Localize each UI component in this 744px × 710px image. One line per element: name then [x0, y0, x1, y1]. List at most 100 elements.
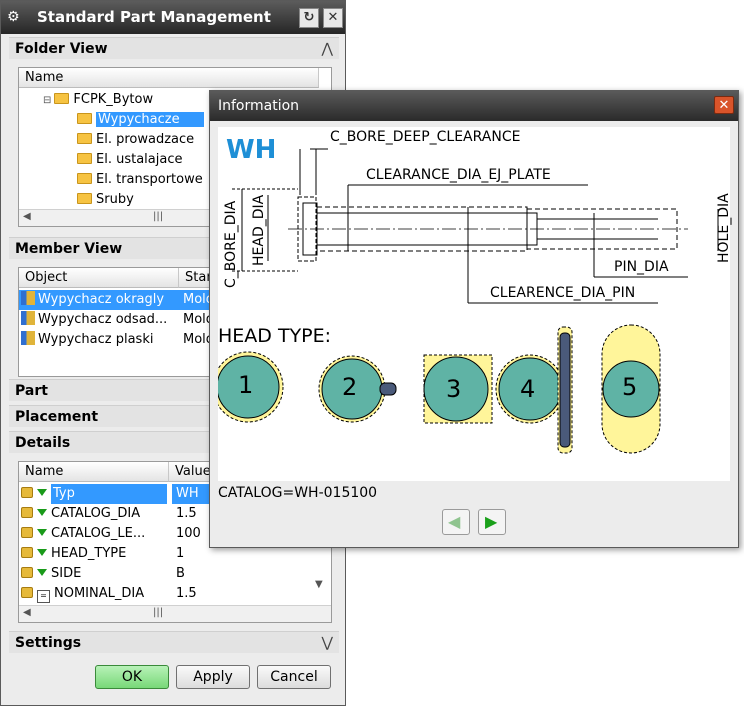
part-code: WH	[226, 135, 277, 165]
lock-icon	[21, 567, 33, 578]
tree-item-label: El. prowadzace	[96, 132, 195, 147]
details-name: Typ	[51, 484, 167, 504]
scroll-left-icon[interactable]: ◀	[23, 211, 31, 222]
folder-icon	[77, 113, 92, 124]
label-clearence-pin: CLEARENCE_DIA_PIN	[490, 285, 636, 301]
information-dialog: Information ✕ WH C_BORE_DEEP_CLEARANCE C…	[209, 90, 739, 548]
details-value[interactable]: 1	[176, 544, 184, 564]
scroll-thumb[interactable]: |||	[153, 607, 163, 618]
tree-item-label: El. ustalajace	[96, 152, 183, 167]
details-name: HEAD_TYPE	[51, 546, 127, 561]
settings-header[interactable]: Settings ⋁	[9, 631, 339, 653]
details-name: NOMINAL_DIA	[54, 586, 145, 601]
dropdown-icon[interactable]	[37, 489, 47, 496]
tree-item-el-ustalajace[interactable]: El. ustalajace	[77, 150, 182, 170]
dropdown-icon[interactable]	[37, 569, 47, 576]
folder-icon	[54, 93, 70, 104]
tree-item-label: Wypychacze	[96, 112, 204, 127]
folder-icon	[77, 193, 92, 204]
chevron-down-icon[interactable]: ⋁	[322, 632, 333, 654]
head-type-3-label: 3	[446, 375, 462, 403]
details-name: CATALOG_LE...	[51, 526, 146, 541]
details-value[interactable]: 1.5	[176, 584, 197, 604]
folder-icon	[77, 133, 92, 144]
part-icon	[21, 331, 35, 345]
prev-button[interactable]: ◀	[442, 509, 470, 535]
refresh-icon[interactable]: ↻	[299, 8, 319, 28]
label-c-bore-deep: C_BORE_DEEP_CLEARANCE	[330, 129, 521, 145]
dropdown-icon[interactable]	[37, 509, 47, 516]
details-label: Details	[15, 435, 71, 451]
head-type-5-label: 5	[622, 373, 638, 401]
tree-item-wypychacze[interactable]: Wypychacze	[77, 110, 204, 130]
label-hole-dia: HOLE_DIA	[716, 193, 732, 263]
dropdown-icon[interactable]	[37, 549, 47, 556]
details-value[interactable]: 1.5	[176, 504, 197, 524]
part-drawing: WH C_BORE_DEEP_CLEARANCE CLEARANCE_DIA_E…	[218, 127, 732, 481]
dropdown-icon[interactable]	[37, 529, 47, 536]
gear-icon[interactable]: ⚙	[7, 9, 20, 25]
part-icon	[21, 291, 35, 305]
scroll-thumb[interactable]: |||	[153, 211, 163, 222]
cancel-button[interactable]: Cancel	[257, 665, 331, 689]
label-clearance-ej: CLEARANCE_DIA_EJ_PLATE	[366, 167, 551, 183]
info-title: Information	[218, 98, 300, 114]
tree-item-el-prowadzace[interactable]: El. prowadzace	[77, 130, 194, 150]
arrow-left-icon: ◀	[448, 512, 461, 531]
column-header-name[interactable]: Name	[19, 462, 169, 482]
apply-button[interactable]: Apply	[176, 665, 250, 689]
label-c-bore-dia: C_BORE_DIA	[223, 200, 239, 288]
details-value[interactable]: 100	[176, 524, 201, 544]
head-type-4-bar	[559, 332, 571, 448]
tree-root-label: FCPK_Bytow	[73, 92, 154, 107]
details-row[interactable]: = NOMINAL_DIA 1.5	[19, 584, 331, 604]
lock-icon	[21, 527, 33, 538]
arrow-right-icon: ▶	[485, 512, 498, 531]
next-button[interactable]: ▶	[478, 509, 506, 535]
part-icon	[21, 311, 35, 325]
collapse-icon[interactable]: ⊟	[43, 95, 51, 106]
column-header-object[interactable]: Object	[19, 268, 179, 288]
head-type-2-label: 2	[342, 373, 358, 401]
placement-label: Placement	[15, 409, 99, 425]
member-object: Wypychacz okragly	[38, 292, 165, 307]
close-icon[interactable]: ✕	[323, 8, 343, 28]
catalog-text: CATALOG=WH-015100	[218, 485, 378, 501]
window-title: Standard Part Management	[37, 8, 271, 26]
lock-icon	[21, 547, 33, 558]
scroll-left-icon[interactable]: ◀	[23, 607, 31, 618]
part-label: Part	[15, 383, 48, 399]
tree-item-label: Sruby	[96, 192, 134, 207]
chevron-up-icon[interactable]: ⋀	[322, 38, 333, 60]
info-title-bar[interactable]: Information ✕	[210, 91, 738, 121]
details-value[interactable]: B	[176, 564, 185, 584]
horizontal-scrollbar[interactable]: ◀ |||	[19, 605, 331, 622]
close-icon[interactable]: ✕	[714, 96, 734, 114]
expression-icon: =	[37, 590, 50, 603]
lock-icon	[21, 587, 33, 598]
head-type-1-label: 1	[238, 371, 254, 399]
tree-root[interactable]: ⊟ FCPK_Bytow	[43, 90, 153, 110]
lock-icon	[21, 507, 33, 518]
folder-view-label: Folder View	[15, 41, 108, 57]
head-type-4-label: 4	[520, 375, 536, 403]
folder-view-header[interactable]: Folder View ⋀	[9, 37, 339, 59]
tree-item-sruby[interactable]: Sruby	[77, 190, 134, 210]
title-bar[interactable]: ⚙ Standard Part Management ↻ ✕	[1, 1, 345, 34]
details-name: SIDE	[51, 566, 82, 581]
label-head-dia: HEAD_DIA	[251, 194, 267, 266]
tree-item-el-transportowe[interactable]: El. transportowe	[77, 170, 203, 190]
folder-icon	[77, 173, 92, 184]
lock-icon	[21, 487, 33, 498]
ok-button[interactable]: OK	[95, 665, 169, 689]
details-row[interactable]: SIDE B	[19, 564, 331, 584]
tree-item-label: El. transportowe	[96, 172, 203, 187]
details-name: CATALOG_DIA	[51, 506, 141, 521]
settings-label: Settings	[15, 635, 82, 651]
member-object: Wypychacz odsad...	[38, 312, 168, 327]
member-view-label: Member View	[15, 241, 123, 257]
member-object: Wypychacz plaski	[38, 332, 154, 347]
column-header-name[interactable]: Name	[19, 68, 319, 88]
folder-icon	[77, 153, 92, 164]
scroll-down-icon[interactable]: ▼	[315, 579, 323, 590]
